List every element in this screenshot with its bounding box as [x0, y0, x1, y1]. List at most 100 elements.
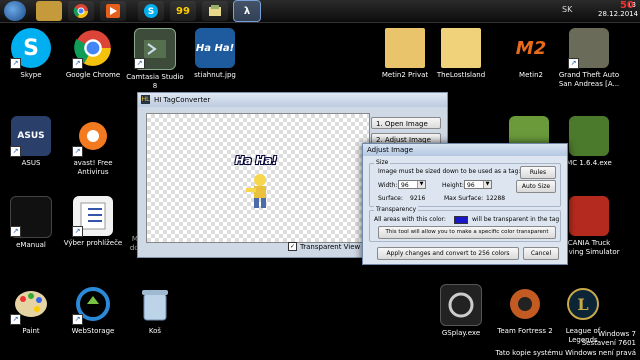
desktop-icon-vyber-prohlizece[interactable]: ↗ Výber prohlížeče: [62, 196, 124, 248]
clock-date: 28.12.2014: [598, 10, 639, 18]
rules-button[interactable]: Rules: [520, 166, 556, 179]
taskbar: S 99 λ SK 13 28.12.2014 50: [0, 0, 640, 23]
desktop-icon-emanual[interactable]: ↗ eManual: [0, 196, 62, 250]
icon-label: stiahnut.jpg: [194, 71, 236, 79]
size-group: Size Image must be sized down to be used…: [369, 159, 561, 207]
windows-version-text: Windows 7: [598, 330, 636, 338]
cancel-button[interactable]: Cancel: [523, 247, 559, 260]
icon-label: Camtasia Studio 8: [126, 73, 184, 90]
surface-label: Surface:: [378, 195, 403, 202]
desktop-icon-avast[interactable]: ↗ avast! Free Antivirus: [62, 116, 124, 177]
transparent-view-checkbox[interactable]: ✓ Transparent View: [288, 242, 360, 251]
shortcut-arrow-icon: ↗: [72, 58, 83, 69]
open-image-button[interactable]: 1. Open Image: [371, 117, 441, 129]
tag-converter-titlebar[interactable]: HL HI TagConverter: [138, 93, 447, 107]
nelson-character-image: [246, 174, 266, 208]
image-preview-canvas: Ha Ha!: [146, 113, 370, 243]
skype-taskbar-icon[interactable]: S: [138, 1, 164, 21]
adjust-image-title[interactable]: Adjust Image: [363, 144, 567, 156]
shortcut-arrow-icon: ↗: [72, 226, 83, 237]
shortcut-arrow-icon: ↗: [72, 146, 83, 157]
height-label: Height:: [442, 182, 464, 189]
chevron-down-icon: ▼: [483, 181, 491, 188]
tf2-icon: [505, 284, 545, 324]
media-player-icon[interactable]: [100, 1, 126, 21]
shortcut-arrow-icon: ↗: [10, 314, 21, 325]
desktop-icon-webstorage[interactable]: ↗ WebStorage: [62, 284, 124, 336]
shortcut-arrow-icon: ↗: [568, 58, 579, 69]
windows-build-text: Sestavení 7601: [581, 339, 636, 347]
desktop-icon-asus[interactable]: ASUS ↗ ASUS: [0, 116, 62, 168]
icon-label: avast! Free Antivirus: [73, 159, 113, 176]
max-surface-label: Max Surface:: [444, 195, 484, 202]
halflife-icon[interactable]: λ: [233, 0, 261, 22]
preview-haha-text: Ha Ha!: [235, 154, 278, 167]
desktop-icon-gta-sa[interactable]: ↗ Grand Theft Auto San Andreas [A...: [558, 28, 620, 89]
svg-text:L: L: [577, 295, 588, 314]
surface-value: 9216: [410, 195, 426, 202]
pick-transparent-color-button[interactable]: This tool will allow you to make a speci…: [378, 226, 556, 239]
desktop-icon-paint[interactable]: ↗ Paint: [0, 284, 62, 336]
image-thumbnail-icon: Ha Ha!: [195, 28, 235, 68]
desktop-icon-metin2-privat[interactable]: Metin2 Privat: [374, 28, 436, 80]
metin2-icon: M2: [515, 37, 547, 59]
notes-icon[interactable]: [202, 1, 228, 21]
icon-label: Skype: [20, 71, 42, 79]
icon-label: Metin2 Privat: [381, 71, 429, 79]
checkbox-checked-icon: ✓: [288, 242, 297, 251]
truck-icon: [569, 196, 609, 236]
transparency-group: Transparency All areas with this color: …: [369, 206, 561, 242]
desktop-icon-chrome[interactable]: ↗ Google Chrome: [62, 28, 124, 80]
gsplay-icon: [440, 284, 482, 326]
desktop-icon-camtasia[interactable]: ↗ Camtasia Studio 8: [124, 28, 186, 91]
chrome-icon[interactable]: [68, 1, 94, 21]
shortcut-arrow-icon: ↗: [10, 226, 21, 237]
icon-label: Paint: [22, 327, 40, 335]
icon-label: Google Chrome: [65, 71, 121, 79]
tray-warning-badge[interactable]: 50: [620, 0, 634, 11]
desktop-icon-gsplay[interactable]: GSplay.exe: [430, 284, 492, 338]
minecraft-icon: [569, 116, 609, 156]
transparent-color-swatch[interactable]: [454, 216, 468, 224]
desktop-icon-stiahnut[interactable]: Ha Ha! stiahnut.jpg: [184, 28, 246, 80]
transparency-suffix: will be transparent in the tag: [472, 216, 560, 223]
svg-text:S: S: [148, 7, 154, 17]
icon-label: eManual: [16, 241, 46, 249]
recycle-bin-icon: [135, 284, 175, 324]
apply-convert-button[interactable]: Apply changes and convert to 256 colors: [377, 247, 519, 260]
icon-label: GSplay.exe: [441, 329, 481, 337]
transparent-view-label: Transparent View: [300, 242, 361, 251]
transparency-legend: Transparency: [374, 206, 419, 213]
icon-label: Grand Theft Auto San Andreas [A...: [558, 71, 620, 88]
icon-label: Koš: [148, 327, 162, 335]
shortcut-arrow-icon: ↗: [134, 58, 145, 69]
folder-icon: [441, 28, 481, 68]
folder-icon[interactable]: [36, 1, 62, 21]
folder-icon: [385, 28, 425, 68]
shortcut-arrow-icon: ↗: [10, 146, 21, 157]
language-indicator[interactable]: SK: [562, 5, 572, 14]
desktop-icon-metin2[interactable]: M2 Metin2: [500, 28, 562, 80]
transparency-prefix: All areas with this color:: [374, 216, 446, 223]
shortcut-arrow-icon: ↗: [72, 314, 83, 325]
size-note: Image must be sized down to be used as a…: [378, 168, 521, 175]
icon-label: WebStorage: [71, 327, 115, 335]
auto-size-button[interactable]: Auto Size: [516, 180, 556, 193]
desktop-icon-skype[interactable]: S ↗ Skype: [0, 28, 62, 80]
desktop-icon-tf2[interactable]: Team Fortress 2: [494, 284, 556, 336]
app-99-icon[interactable]: 99: [170, 1, 196, 21]
desktop-icon-thelostisland[interactable]: TheLostIsland: [430, 28, 492, 80]
start-button[interactable]: [4, 1, 26, 21]
width-value: 96: [401, 182, 409, 189]
icon-label: Metin2: [519, 71, 543, 79]
height-select[interactable]: 96 ▼: [464, 180, 492, 189]
halflife-logo-icon: HL: [141, 95, 150, 104]
desktop-icon-kos[interactable]: Koš: [124, 284, 186, 336]
max-surface-value: 12288: [486, 195, 506, 202]
icon-label: Team Fortress 2: [497, 327, 553, 335]
lol-icon: L: [563, 284, 603, 324]
shortcut-arrow-icon: ↗: [10, 58, 21, 69]
windows-genuine-warning: Tato kopie systému Windows není pravá: [495, 349, 637, 357]
adjust-image-dialog: Adjust Image Size Image must be sized do…: [362, 143, 568, 265]
width-select[interactable]: 96 ▼: [398, 180, 426, 189]
